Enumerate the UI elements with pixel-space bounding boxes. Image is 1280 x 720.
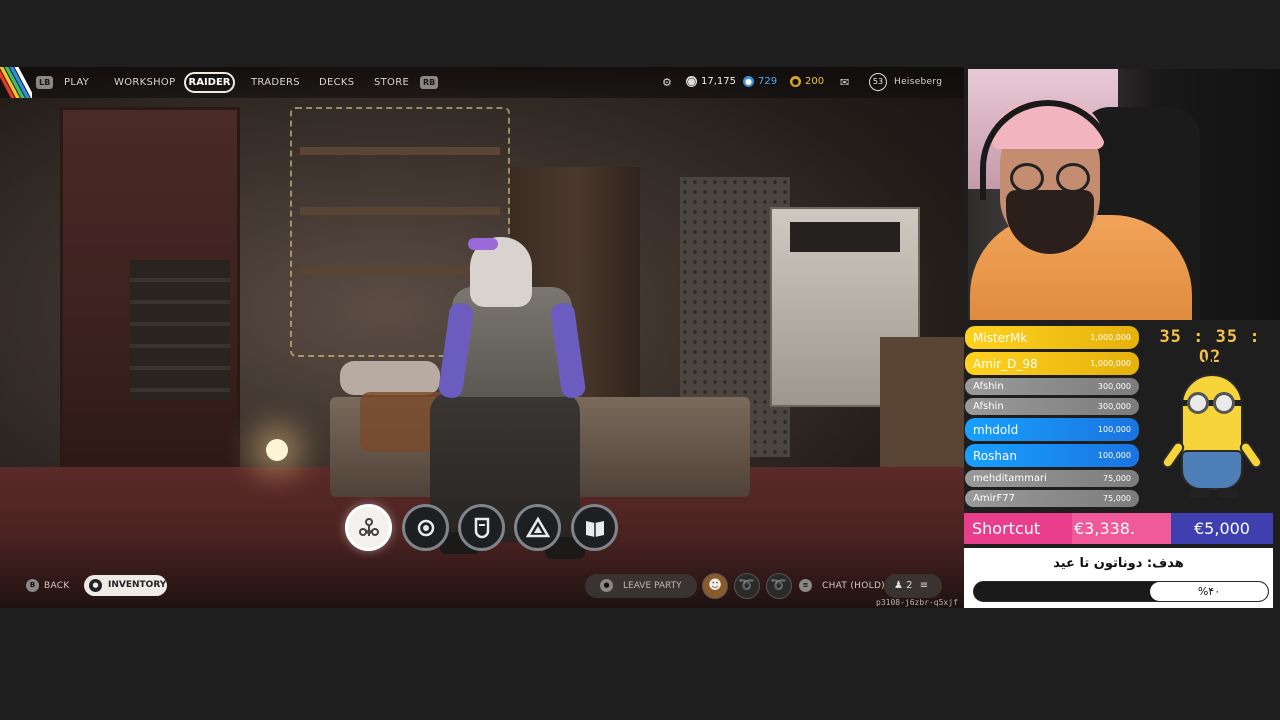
goal-progress-fill [1136,513,1171,544]
donor-row: Afshin 300,000 [965,398,1139,415]
shield-icon [474,517,489,538]
tab-traders[interactable]: TRADERS [251,77,300,88]
b-button-hint: B [26,579,39,592]
donation-goal-box: هدف: دوناتون تا عید %۴۰ [964,548,1273,608]
back-button[interactable]: BACK [44,581,70,591]
triangle-button[interactable] [514,504,561,551]
donor-amount: 100,000 [1097,451,1131,460]
shield-button[interactable] [458,504,505,551]
blue-currency-value: 729 [758,76,778,87]
donor-name: MisterMk [973,330,1028,345]
tab-workshop[interactable]: WORKSHOP [114,77,175,88]
mail-icon[interactable]: ✉ [840,76,849,89]
leave-party-key-icon: ● [600,579,613,592]
coins-value: 17,175 [701,76,736,87]
screen: LB PLAY WORKSHOP RAIDER TRADERS DECKS ST… [0,0,1280,720]
donor-name: Afshin [973,401,1004,412]
gold-token-icon: ● [790,76,801,87]
blue-token-icon: ● [743,76,754,87]
minion-goggle [1187,392,1209,414]
gold-currency-value: 200 [805,76,825,87]
machine-display [790,222,900,252]
shelf [300,207,500,215]
player-level-badge: 53 [869,73,887,91]
minion-hair [1212,352,1214,374]
lb-button-hint[interactable]: LB [36,76,54,89]
tab-decks[interactable]: DECKS [319,77,354,88]
donor-name: Roshan [973,448,1017,463]
party-size-value: 2 [906,580,913,591]
shelf [300,147,500,155]
inventory-label: INVENTORY [108,580,167,590]
top-donors-list: MisterMk 1,000,000 Amir_D_98 1,000,000 Afshi… [963,326,1140,510]
donor-amount: 300,000 [1097,382,1131,391]
donor-amount: 1,000,000 [1090,359,1131,368]
menu-icon: ≡ [919,580,929,591]
donor-row: Afshin 300,000 [965,378,1139,395]
pillow [340,361,440,395]
goal-raised-amount: €3,338.29 [1072,513,1155,544]
donor-amount: 75,000 [1103,494,1131,503]
rb-button-hint[interactable]: RB [420,76,439,89]
goal-progress-track: %۴۰ [973,581,1269,602]
codex-button[interactable] [571,504,618,551]
session-code: p3108-j6zbr-q5xjf [876,598,958,607]
stairs [130,260,230,400]
minion-foot [1216,488,1238,498]
blue-currency-counter: ● 729 [743,76,777,87]
donor-row: AmirF77 75,000 [965,490,1139,507]
player-name[interactable]: Heiseberg [894,77,942,87]
triangle-icon [525,516,550,537]
coins-counter: ◯ 17,175 [686,76,736,87]
donor-name: AmirF77 [973,493,1015,504]
donor-row: mehditammari 75,000 [965,470,1139,487]
donor-name: mehditammari [973,473,1047,484]
skill-tree-button[interactable] [345,504,392,551]
tab-store[interactable]: STORE [374,77,409,88]
group-icon: ♟ [894,580,903,591]
inventory-key-icon: ● [89,579,102,592]
party-member-avatar[interactable]: ➰ [734,573,760,599]
loadout-gear-button[interactable] [402,504,449,551]
donor-amount: 300,000 [1097,402,1131,411]
codex-book-icon [585,520,604,537]
party-size-button[interactable]: ♟ 2 ≡ [884,574,942,598]
minion-foot [1188,488,1210,498]
glasses-lens [1010,163,1044,193]
game-logo-stripes [0,67,32,98]
skill-tree-icon [358,517,379,536]
donor-name: Afshin [973,381,1004,392]
donor-row: Roshan 100,000 [965,444,1139,467]
subathon-timer: 35 : 35 : 02 [1159,327,1261,367]
chat-hold-button[interactable]: CHAT (HOLD) [822,581,885,591]
friends-icon[interactable]: ⚙ [662,76,672,89]
goal-progress-percent: %۴۰ [1197,585,1221,598]
raider-hood-accent [468,238,498,250]
chat-key-icon: ≡ [799,579,812,592]
coin-icon: ◯ [686,76,697,87]
tab-raider[interactable]: RAIDER [184,72,235,93]
gold-currency-counter: ● 200 [790,76,824,87]
party-member-avatar[interactable]: ☻ [702,573,728,599]
lamp [266,439,288,461]
goal-target-amount: €5,000 [1171,513,1273,544]
goal-label: Shortcut [964,513,1072,544]
glasses-lens [1056,163,1090,193]
party-member-avatar[interactable]: ➰ [766,573,792,599]
donor-row: mhdold 100,000 [965,418,1139,441]
leave-party-label: LEAVE PARTY [623,581,682,591]
tab-play[interactable]: PLAY [64,77,89,88]
donor-name: mhdold [973,422,1019,437]
goal-title: هدف: دوناتون تا عید [1053,556,1184,571]
donor-amount: 100,000 [1097,425,1131,434]
donor-name: Amir_D_98 [973,356,1038,371]
donor-amount: 75,000 [1103,474,1131,483]
donor-amount: 1,000,000 [1090,333,1131,342]
minion-goggle [1213,392,1235,414]
gear-icon [417,519,434,536]
donation-goal-bar: Shortcut €3,338.29 €5,000 [964,513,1273,544]
donor-row: Amir_D_98 1,000,000 [965,352,1139,375]
donor-row: MisterMk 1,000,000 [965,326,1139,349]
minion-overalls [1181,450,1243,490]
